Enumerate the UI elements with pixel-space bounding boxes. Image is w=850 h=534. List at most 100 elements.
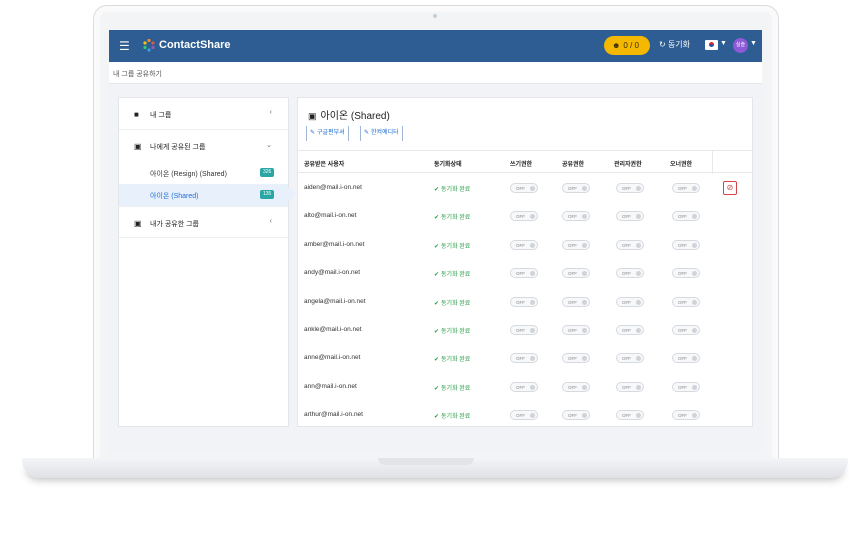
toggle-label: OFF <box>678 413 687 419</box>
webcam <box>433 14 437 18</box>
sync-status-label: 동기화 완료 <box>441 329 471 335</box>
write-permission-toggle[interactable]: OFF <box>510 381 538 392</box>
hamburger-icon[interactable]: ☰ <box>119 39 130 53</box>
column-header-share: 공유권한 <box>562 162 585 168</box>
page-title-text: 아이온 (Shared) <box>320 111 390 122</box>
sync-label: 동기화 <box>667 40 691 49</box>
sidebar-item-shared-by-me[interactable]: ▣ 내가 공유한 그룹 ‹ <box>119 206 288 238</box>
sync-status: ✔ 동기화 완료 <box>434 354 470 363</box>
sidebar-item-my-groups[interactable]: ■ 내 그룹 ‹ <box>119 98 288 130</box>
owner-permission-toggle[interactable]: OFF <box>672 183 700 193</box>
sidebar: ■ 내 그룹 ‹ ▣ 나에게 공유된 그룹 ⌄ 아이온 (Resign) (Sh… <box>118 97 289 427</box>
toggle-label: OFF <box>622 328 631 333</box>
toggle-knob <box>530 356 535 362</box>
sidebar-subitem-shared[interactable]: 아이온 (Shared) 135 <box>119 184 288 206</box>
write-permission-toggle[interactable]: OFF <box>510 268 538 279</box>
sync-button[interactable]: ↻ 동기화 <box>659 39 690 50</box>
user-email: alto@mail.i-on.net <box>304 212 357 220</box>
toggle-label: OFF <box>678 242 687 248</box>
share-counter-badge[interactable]: ☻ 0 / 0 <box>604 36 650 55</box>
owner-permission-toggle[interactable]: OFF <box>672 239 700 250</box>
share-permission-toggle[interactable]: OFF <box>562 211 590 222</box>
toggle-label: OFF <box>568 328 577 333</box>
write-permission-toggle[interactable]: OFF <box>510 211 538 222</box>
admin-permission-toggle[interactable]: OFF <box>616 211 644 222</box>
sync-status: ✔ 동기화 완료 <box>434 383 470 392</box>
admin-permission-toggle[interactable]: OFF <box>616 296 644 307</box>
toggle-knob <box>582 384 587 390</box>
table-row: ankle@mail.i-on.net ✔ 동기화 완료 OFF OFF OFF OFF <box>298 316 752 344</box>
share-permission-toggle[interactable]: OFF <box>562 325 590 335</box>
language-flag-icon[interactable] <box>705 40 718 50</box>
admin-permission-toggle[interactable]: OFF <box>616 410 644 421</box>
toggle-label: OFF <box>516 242 525 248</box>
share-icon: ▣ <box>308 111 317 121</box>
sync-status-label: 동기화 완료 <box>441 414 471 421</box>
laptop-notch <box>378 458 474 465</box>
owner-permission-toggle[interactable]: OFF <box>672 211 700 222</box>
share-permission-toggle[interactable]: OFF <box>562 239 590 250</box>
write-permission-toggle[interactable]: OFF <box>510 239 538 250</box>
sidebar-item-label: 내가 공유한 그룹 <box>150 221 199 228</box>
share-permission-toggle[interactable]: OFF <box>562 381 590 392</box>
sidebar-subitem-resign[interactable]: 아이온 (Resign) (Shared) 326 <box>119 162 288 184</box>
avatar[interactable]: 실솔 <box>733 38 748 53</box>
toggle-label: OFF <box>568 384 577 390</box>
user-email: aiden@mail.i-on.net <box>304 184 362 191</box>
app-screen: ☰ ContactShare ☻ 0 / 0 ↻ 동기화 ▼ 실솔 ▼ 내 그룹… <box>109 30 762 454</box>
owner-permission-toggle[interactable]: OFF <box>672 296 700 307</box>
owner-permission-toggle[interactable]: OFF <box>672 325 700 335</box>
share-permission-toggle[interactable]: OFF <box>562 410 590 421</box>
toggle-knob <box>636 186 641 191</box>
toggle-label: OFF <box>678 328 687 333</box>
write-permission-toggle[interactable]: OFF <box>510 296 538 307</box>
share-permission-toggle[interactable]: OFF <box>562 296 590 307</box>
chevron-left-icon: ‹ <box>269 218 272 225</box>
admin-permission-toggle[interactable]: OFF <box>616 183 644 193</box>
sidebar-item-shared-to-me[interactable]: ▣ 나에게 공유된 그룹 ⌄ <box>119 130 288 162</box>
toggle-knob <box>692 214 697 220</box>
brand-name[interactable]: ContactShare <box>159 39 231 51</box>
write-permission-toggle[interactable]: OFF <box>510 325 538 335</box>
toggle-knob <box>582 299 587 305</box>
owner-permission-toggle[interactable]: OFF <box>672 268 700 279</box>
chevron-down-icon[interactable]: ▼ <box>750 40 757 47</box>
owner-permission-toggle[interactable]: OFF <box>672 410 700 421</box>
chevron-down-icon[interactable]: ▼ <box>720 40 727 47</box>
admin-permission-toggle[interactable]: OFF <box>616 353 644 364</box>
share-permission-toggle[interactable]: OFF <box>562 353 590 364</box>
toggle-label: OFF <box>568 186 577 191</box>
toggle-knob <box>582 328 587 333</box>
admin-permission-toggle[interactable]: OFF <box>616 268 644 279</box>
admin-permission-toggle[interactable]: OFF <box>616 325 644 335</box>
toggle-label: OFF <box>622 384 631 390</box>
toggle-label: OFF <box>622 271 631 277</box>
toggle-label: OFF <box>622 299 631 305</box>
share-permission-toggle[interactable]: OFF <box>562 268 590 279</box>
owner-permission-toggle[interactable]: OFF <box>672 381 700 392</box>
google-edit-label: 구글편부셔 <box>317 130 345 136</box>
sidebar-item-label: 내 그룹 <box>150 112 172 119</box>
table-row: andy@mail.i-on.net ✔ 동기화 완료 OFF OFF OFF OFF <box>298 259 752 287</box>
admin-permission-toggle[interactable]: OFF <box>616 381 644 392</box>
unshare-user-icon[interactable]: ⊘ <box>723 181 737 195</box>
sync-status: ✔ 동기화 완료 <box>434 184 470 193</box>
google-edit-button[interactable]: ✎ 구글편부셔 <box>306 126 349 141</box>
owner-permission-toggle[interactable]: OFF <box>672 353 700 364</box>
column-divider <box>712 151 713 174</box>
chevron-left-icon: ‹ <box>269 109 272 116</box>
toggle-knob <box>582 271 587 277</box>
page-title: ▣ 아이온 (Shared) <box>308 107 390 122</box>
sync-status: ✔ 동기화 완료 <box>434 241 470 250</box>
share-permission-toggle[interactable]: OFF <box>562 183 590 193</box>
one-click-editor-button[interactable]: ✎ 한켜예디터 <box>360 126 403 141</box>
one-click-editor-label: 한켜예디터 <box>371 130 399 136</box>
toggle-knob <box>530 299 535 305</box>
write-permission-toggle[interactable]: OFF <box>510 183 538 193</box>
toggle-label: OFF <box>678 186 687 191</box>
write-permission-toggle[interactable]: OFF <box>510 353 538 364</box>
toggle-knob <box>692 271 697 277</box>
write-permission-toggle[interactable]: OFF <box>510 410 538 421</box>
edit-icon: ✎ <box>310 130 316 136</box>
admin-permission-toggle[interactable]: OFF <box>616 239 644 250</box>
